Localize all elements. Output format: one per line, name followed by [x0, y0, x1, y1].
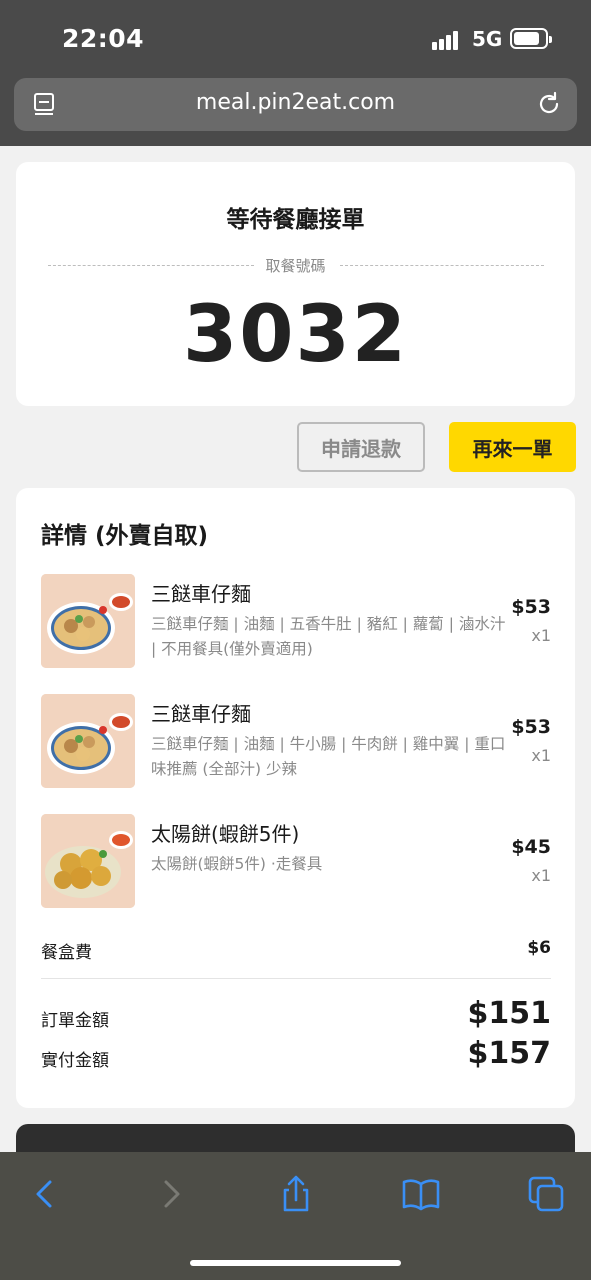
item-price: $53	[511, 596, 551, 618]
paid-total-value: $157	[467, 1036, 552, 1071]
order-details-card: 詳情 (外賣自取) 三餸車仔麵 三餸車仔麵 | 油麵 | 五香牛肚 | 豬紅 |…	[16, 488, 575, 1108]
item-name: 三餸車仔麵	[151, 582, 251, 606]
item-quantity: x1	[531, 866, 551, 885]
divider	[340, 265, 544, 266]
order-item: 三餸車仔麵 三餸車仔麵 | 油麵 | 牛小腸 | 牛肉餅 | 雞中翼 | 重口味…	[41, 694, 551, 790]
status-time: 22:04	[62, 24, 145, 53]
noodle-bowl-image	[41, 574, 135, 668]
box-fee-value: $6	[527, 938, 551, 958]
item-description: 三餸車仔麵 | 油麵 | 五香牛肚 | 豬紅 | 蘿蔔 | 滷水汁 | 不用餐具…	[151, 615, 506, 658]
item-description: 太陽餅(蝦餅5件) ·走餐具	[151, 855, 323, 873]
item-price: $45	[511, 836, 551, 858]
item-name: 太陽餅(蝦餅5件)	[151, 822, 300, 846]
order-status-title: 等待餐廳接單	[226, 207, 365, 233]
pickup-number: 3032	[182, 290, 409, 380]
order-total-label: 訂單金額	[41, 1011, 109, 1031]
item-name: 三餸車仔麵	[151, 702, 251, 726]
paid-total-label: 實付金額	[41, 1051, 109, 1071]
order-item: 三餸車仔麵 三餸車仔麵 | 油麵 | 五香牛肚 | 豬紅 | 蘿蔔 | 滷水汁 …	[41, 574, 551, 670]
box-fee-row: 餐盒費 $6	[41, 938, 551, 963]
url-text[interactable]: meal.pin2eat.com	[14, 90, 577, 115]
signal-icon	[432, 30, 464, 50]
back-icon[interactable]	[24, 1174, 64, 1214]
share-icon[interactable]	[276, 1174, 316, 1214]
bookmarks-icon[interactable]	[401, 1174, 441, 1214]
shrimp-cake-image	[41, 814, 135, 908]
browser-top-chrome: 22:04 5G meal.pin2eat.com	[0, 0, 591, 146]
item-price: $53	[511, 716, 551, 738]
refund-button[interactable]: 申請退款	[297, 422, 425, 472]
forward-icon[interactable]	[152, 1174, 192, 1214]
noodle-bowl-image	[41, 694, 135, 788]
order-total-row: 訂單金額 $151	[41, 996, 551, 1031]
item-quantity: x1	[531, 626, 551, 645]
reload-icon[interactable]	[535, 90, 563, 118]
home-indicator	[190, 1260, 401, 1266]
tabs-icon[interactable]	[526, 1174, 566, 1214]
order-total-value: $151	[467, 996, 552, 1031]
details-title: 詳情 (外賣自取)	[41, 523, 209, 549]
divider	[41, 978, 551, 979]
box-fee-label: 餐盒費	[41, 943, 92, 963]
order-status-card: 等待餐廳接單 取餐號碼 3032	[16, 162, 575, 406]
battery-icon	[510, 28, 552, 49]
item-description: 三餸車仔麵 | 油麵 | 牛小腸 | 牛肉餅 | 雞中翼 | 重口味推薦 (全部…	[151, 735, 506, 778]
network-label: 5G	[472, 27, 503, 51]
reorder-button[interactable]: 再來一單	[449, 422, 576, 472]
item-quantity: x1	[531, 746, 551, 765]
paid-total-row: 實付金額 $157	[41, 1036, 551, 1071]
address-bar[interactable]: meal.pin2eat.com	[14, 78, 577, 131]
order-item: 太陽餅(蝦餅5件) 太陽餅(蝦餅5件) ·走餐具 $45 x1	[41, 814, 551, 910]
browser-bottom-toolbar	[0, 1152, 591, 1280]
